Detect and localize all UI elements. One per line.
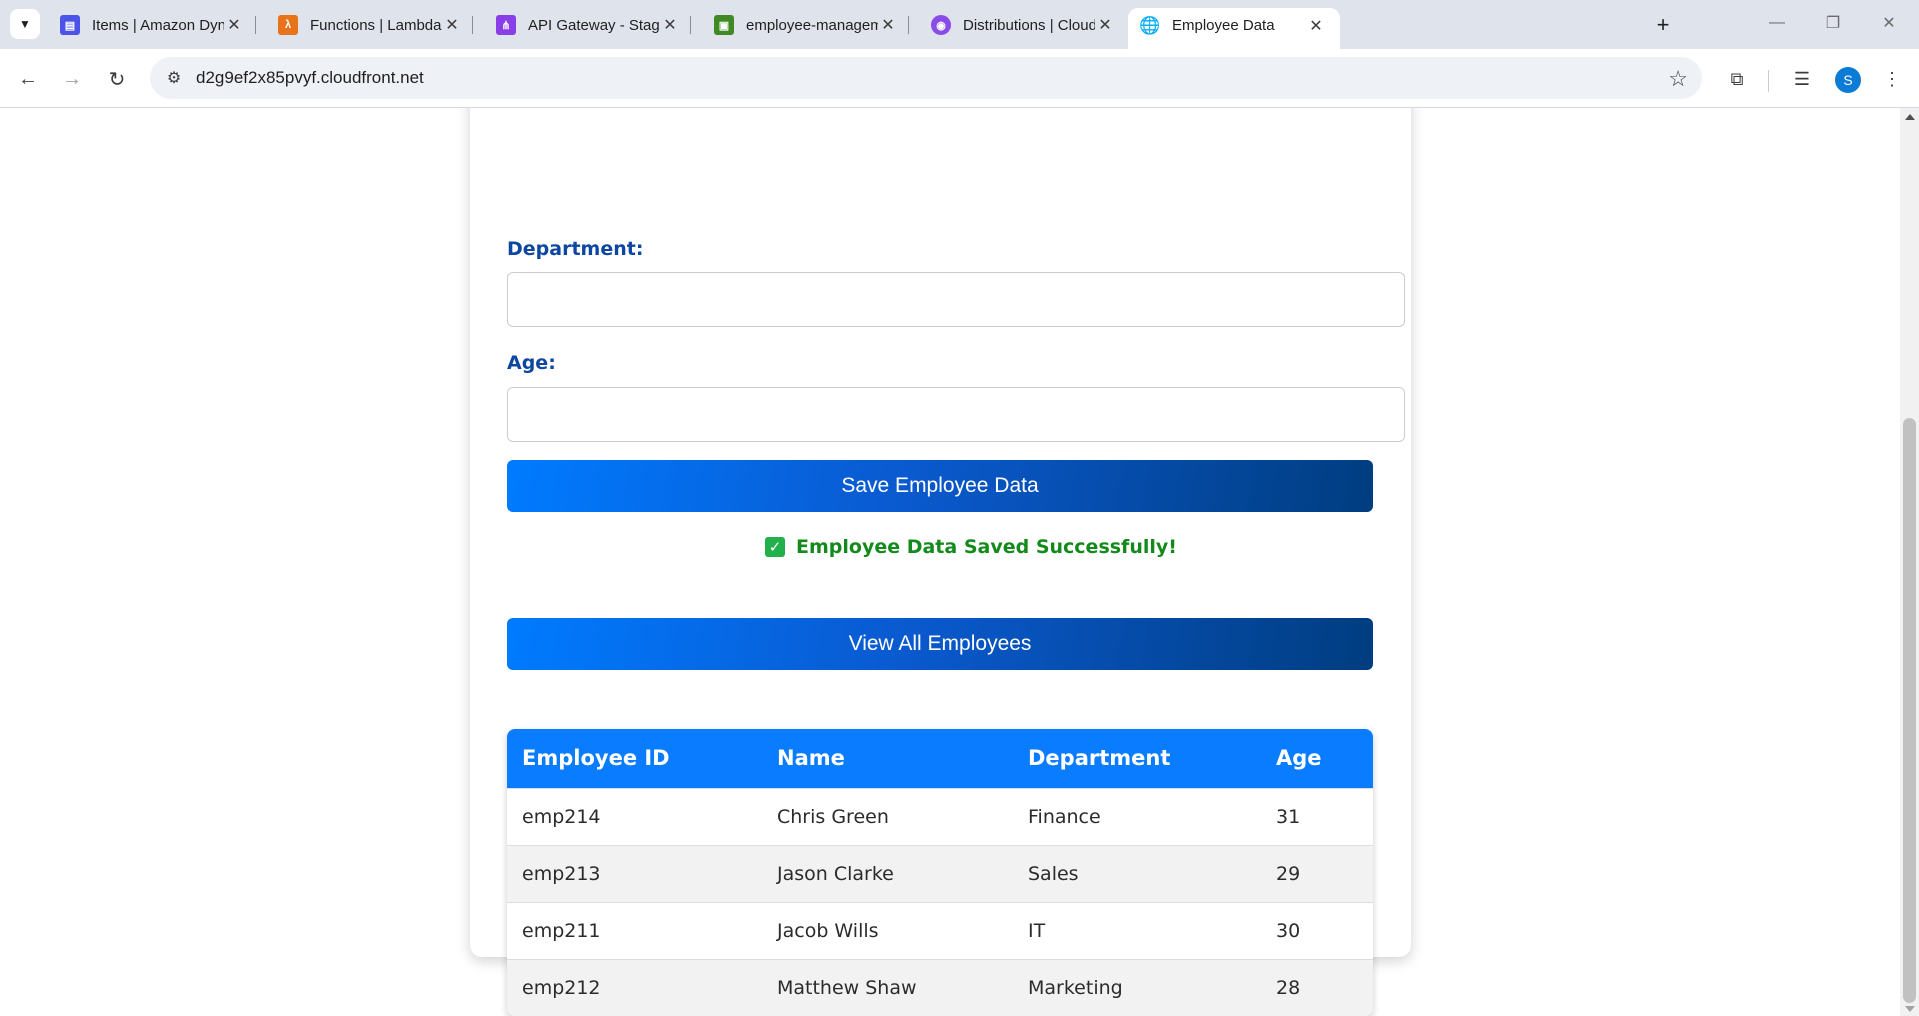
tab-search-button[interactable]: ▼ bbox=[10, 9, 40, 39]
restore-button[interactable]: ❐ bbox=[1813, 8, 1853, 38]
close-icon: ✕ bbox=[1882, 15, 1896, 32]
cell-department: Sales bbox=[1028, 862, 1079, 885]
tab-lambda[interactable]: λ Functions | Lambda ✕ bbox=[266, 8, 476, 42]
globe-icon: 🌐 bbox=[1139, 15, 1161, 35]
tab-strip: ▼ ▤ Items | Amazon DynamoDB ✕ λ Function… bbox=[0, 0, 1919, 49]
reload-icon: ↻ bbox=[108, 68, 126, 91]
cell-employee-id: emp214 bbox=[522, 805, 601, 828]
close-icon[interactable]: ✕ bbox=[660, 15, 680, 35]
save-employee-button[interactable]: Save Employee Data bbox=[507, 460, 1373, 512]
table-row: emp214 Chris Green Finance 31 bbox=[507, 788, 1373, 845]
cell-name: Chris Green bbox=[777, 805, 889, 828]
dynamodb-icon: ▤ bbox=[60, 15, 80, 35]
arrow-right-icon: → bbox=[62, 67, 82, 90]
table-header-row: Employee ID Name Department Age bbox=[507, 729, 1373, 788]
column-header-age: Age bbox=[1276, 746, 1322, 771]
tab-divider bbox=[472, 16, 473, 34]
new-tab-button[interactable]: + bbox=[1648, 10, 1678, 40]
lambda-icon: λ bbox=[278, 15, 298, 35]
column-header-name: Name bbox=[777, 746, 845, 771]
close-icon[interactable]: ✕ bbox=[442, 15, 462, 35]
employee-table: Employee ID Name Department Age emp214 C… bbox=[507, 729, 1373, 1016]
tab-api-gateway[interactable]: ⋔ API Gateway - Stages ✕ bbox=[484, 8, 694, 42]
close-icon[interactable]: ✕ bbox=[224, 15, 244, 35]
media-controls-button[interactable]: ☰ bbox=[1786, 63, 1818, 95]
cell-department: Finance bbox=[1028, 805, 1101, 828]
tab-title: Functions | Lambda bbox=[310, 16, 442, 34]
playlist-icon: ☰ bbox=[1793, 68, 1811, 89]
table-row: emp211 Jacob Wills IT 30 bbox=[507, 902, 1373, 959]
scroll-up-arrow-icon[interactable] bbox=[1905, 114, 1915, 120]
puzzle-icon: ⧉ bbox=[1730, 68, 1744, 89]
cell-employee-id: emp213 bbox=[522, 862, 601, 885]
cell-age: 30 bbox=[1276, 919, 1301, 942]
back-button[interactable]: ← bbox=[12, 63, 44, 95]
tab-title: Distributions | CloudFront bbox=[963, 16, 1095, 34]
success-text: Employee Data Saved Successfully! bbox=[796, 536, 1177, 558]
view-all-employees-button[interactable]: View All Employees bbox=[507, 618, 1373, 670]
cell-name: Matthew Shaw bbox=[777, 976, 917, 999]
checkmark-icon: ✓ bbox=[765, 537, 785, 557]
extensions-button[interactable]: ⧉ bbox=[1721, 63, 1753, 95]
cell-age: 31 bbox=[1276, 805, 1301, 828]
cell-name: Jacob Wills bbox=[777, 919, 879, 942]
restore-icon: ❐ bbox=[1825, 15, 1841, 32]
reload-button[interactable]: ↻ bbox=[101, 63, 133, 95]
tab-employee-data[interactable]: 🌐 Employee Data ✕ bbox=[1128, 8, 1340, 49]
profile-avatar[interactable]: S bbox=[1835, 67, 1861, 93]
close-icon[interactable]: ✕ bbox=[1095, 15, 1115, 35]
tab-cloudfront[interactable]: ◉ Distributions | CloudFront ✕ bbox=[919, 8, 1129, 42]
age-label: Age: bbox=[507, 352, 556, 374]
toolbar-divider bbox=[1768, 70, 1769, 92]
close-icon[interactable]: ✕ bbox=[1306, 16, 1326, 36]
bookmark-star-icon[interactable]: ☆ bbox=[1668, 66, 1688, 92]
minimize-button[interactable]: — bbox=[1757, 8, 1797, 38]
menu-button[interactable]: ⋮ bbox=[1876, 63, 1908, 95]
table-row: emp213 Jason Clarke Sales 29 bbox=[507, 845, 1373, 902]
scroll-down-arrow-icon[interactable] bbox=[1905, 1006, 1915, 1012]
cell-age: 29 bbox=[1276, 862, 1301, 885]
close-icon[interactable]: ✕ bbox=[878, 15, 898, 35]
plus-icon: + bbox=[1656, 12, 1670, 37]
tab-divider bbox=[908, 16, 909, 34]
forward-button[interactable]: → bbox=[56, 63, 88, 95]
age-input[interactable] bbox=[507, 387, 1405, 442]
cell-age: 28 bbox=[1276, 976, 1301, 999]
table-row: emp212 Matthew Shaw Marketing 28 bbox=[507, 959, 1373, 1016]
arrow-left-icon: ← bbox=[18, 67, 38, 90]
success-message: ✓ Employee Data Saved Successfully! bbox=[765, 536, 1177, 558]
site-info-icon[interactable]: ⚙ bbox=[164, 68, 184, 88]
cell-employee-id: emp212 bbox=[522, 976, 601, 999]
browser-toolbar: ← → ↻ ⚙ d2g9ef2x85pvyf.cloudfront.net ☆ … bbox=[0, 49, 1919, 108]
employee-form-card: Department: Age: Save Employee Data ✓ Em… bbox=[470, 108, 1411, 1016]
tab-dynamodb[interactable]: ▤ Items | Amazon DynamoDB ✕ bbox=[48, 8, 258, 42]
cell-employee-id: emp211 bbox=[522, 919, 601, 942]
tab-title: Items | Amazon DynamoDB bbox=[92, 16, 224, 34]
page-viewport: Department: Age: Save Employee Data ✓ Em… bbox=[0, 108, 1900, 1016]
tab-divider bbox=[690, 16, 691, 34]
api-gateway-icon: ⋔ bbox=[496, 15, 516, 35]
scrollbar-thumb[interactable] bbox=[1903, 418, 1916, 1003]
cell-department: Marketing bbox=[1028, 976, 1123, 999]
tab-title: Employee Data bbox=[1172, 17, 1275, 34]
close-window-button[interactable]: ✕ bbox=[1869, 8, 1909, 38]
column-header-employee-id: Employee ID bbox=[522, 746, 670, 771]
department-input[interactable] bbox=[507, 272, 1405, 327]
page-scrollbar[interactable] bbox=[1900, 108, 1919, 1016]
tab-title: API Gateway - Stages bbox=[528, 16, 660, 34]
minimize-icon: — bbox=[1769, 14, 1785, 31]
tab-title: employee-management-sy bbox=[746, 16, 878, 34]
column-header-department: Department bbox=[1028, 746, 1171, 771]
address-bar[interactable]: ⚙ d2g9ef2x85pvyf.cloudfront.net ☆ bbox=[150, 57, 1702, 99]
department-label: Department: bbox=[507, 238, 644, 260]
kebab-menu-icon: ⋮ bbox=[1883, 68, 1901, 89]
tab-divider bbox=[255, 16, 256, 34]
cell-name: Jason Clarke bbox=[777, 862, 894, 885]
cloudfront-icon: ◉ bbox=[931, 15, 951, 35]
tab-s3[interactable]: ▣ employee-management-sy ✕ bbox=[702, 8, 912, 42]
s3-icon: ▣ bbox=[714, 15, 734, 35]
url-text[interactable]: d2g9ef2x85pvyf.cloudfront.net bbox=[196, 68, 424, 88]
cell-department: IT bbox=[1028, 919, 1046, 942]
chevron-down-icon: ▼ bbox=[19, 17, 31, 31]
